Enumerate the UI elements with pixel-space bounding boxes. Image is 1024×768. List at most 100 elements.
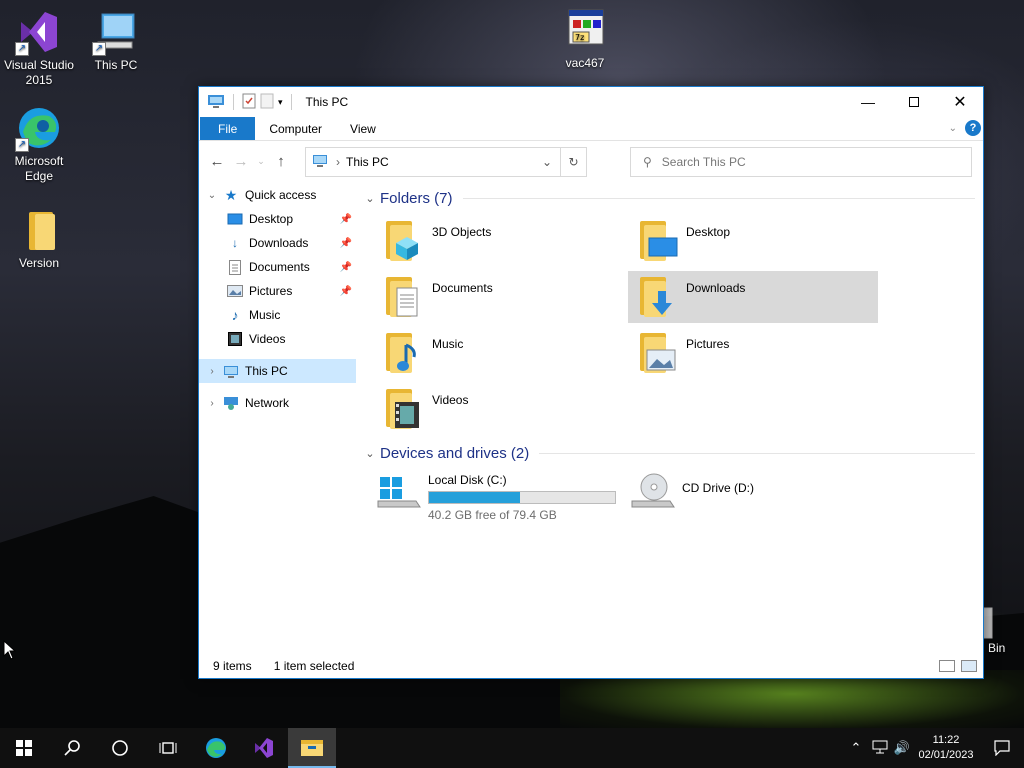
back-button[interactable]: ← [205, 149, 229, 173]
search-box[interactable]: ⚲ Search This PC [630, 147, 972, 177]
drive-tile-d[interactable]: CD Drive (D:) [630, 471, 754, 517]
notifications-button[interactable] [980, 728, 1024, 768]
document-icon [227, 259, 243, 275]
chevron-right-icon[interactable]: › [205, 398, 219, 409]
desktop-icon-visual-studio[interactable]: ↗ Visual Studio 2015 [1, 8, 77, 88]
nav-item-pictures[interactable]: Pictures 📌 [199, 279, 356, 303]
edge-icon: ↗ [15, 104, 63, 152]
chevron-down-icon[interactable]: ⌄ [205, 190, 219, 201]
search-input[interactable]: Search This PC [662, 155, 746, 169]
title-bar[interactable]: ▾ This PC — ✕ [199, 87, 983, 117]
folder-name: Music [432, 337, 464, 351]
computer-icon [312, 154, 328, 170]
recent-locations-button[interactable]: ⌄ [253, 149, 269, 173]
file-explorer-window: ▾ This PC — ✕ File Computer View ⌄ ? ← →… [198, 86, 984, 679]
desktop-icon-label: Microsoft Edge [14, 154, 64, 183]
drives-group-header[interactable]: ⌄ Devices and drives (2) [362, 442, 983, 464]
folder-name: Documents [432, 281, 493, 295]
taskbar-visual-studio[interactable] [240, 728, 288, 768]
refresh-button[interactable]: ↻ [560, 148, 586, 176]
star-icon: ★ [224, 186, 238, 203]
item-count: 9 items [213, 659, 252, 673]
group-title: Folders (7) [380, 189, 453, 207]
drive-tile-c[interactable]: Local Disk (C:) 40.2 GB free of 79.4 GB [376, 471, 616, 522]
folder-name: Downloads [686, 281, 746, 295]
breadcrumb-separator-icon[interactable]: › [336, 155, 340, 169]
videos-folder-icon [382, 385, 428, 431]
properties-icon[interactable] [242, 93, 256, 112]
nav-item-label: Downloads [249, 236, 309, 250]
nav-item-label: Pictures [249, 284, 293, 298]
desktop-icon-edge[interactable]: ↗ Microsoft Edge [1, 104, 77, 184]
search-button[interactable] [48, 728, 96, 768]
address-dropdown-button[interactable]: ⌄ [534, 148, 560, 176]
minimize-button[interactable]: — [845, 87, 891, 117]
up-button[interactable]: ↑ [269, 149, 293, 173]
nav-item-videos[interactable]: Videos [199, 327, 356, 351]
folder-name: Pictures [686, 337, 730, 351]
customize-dropdown-icon[interactable]: ▾ [278, 97, 283, 108]
forward-button[interactable]: → [229, 149, 253, 173]
computer-icon [207, 94, 225, 111]
pin-icon: 📌 [339, 213, 352, 225]
nav-item-label: Quick access [245, 188, 317, 202]
cortana-button[interactable] [96, 728, 144, 768]
nav-item-music[interactable]: ♪ Music [199, 303, 356, 327]
close-button[interactable]: ✕ [937, 87, 983, 117]
file-explorer-icon [301, 740, 323, 756]
pin-icon: 📌 [339, 261, 352, 273]
folders-group-header[interactable]: ⌄ Folders (7) [362, 187, 983, 209]
drive-name: Local Disk (C:) [428, 473, 507, 487]
expand-ribbon-icon[interactable]: ⌄ [949, 123, 957, 134]
volume-icon[interactable]: 🔊 [892, 740, 912, 756]
picture-icon [227, 283, 243, 299]
clock[interactable]: 11:22 02/01/2023 [912, 733, 980, 763]
nav-this-pc[interactable]: › This PC [199, 359, 356, 383]
help-icon[interactable]: ? [965, 120, 981, 136]
tab-view[interactable]: View [336, 117, 390, 140]
desktop-icon-label: Visual Studio 2015 [4, 58, 74, 87]
task-view-button[interactable] [144, 728, 192, 768]
ribbon-tabs: File Computer View ⌄ ? [199, 117, 983, 141]
maximize-icon [909, 97, 919, 107]
folder-tile-documents[interactable]: Documents [374, 271, 624, 323]
new-folder-icon[interactable] [260, 93, 274, 112]
maximize-button[interactable] [891, 87, 937, 117]
nav-item-documents[interactable]: Documents 📌 [199, 255, 356, 279]
desktop-icon-this-pc[interactable]: ↗ This PC [78, 8, 154, 73]
selection-count: 1 item selected [273, 659, 355, 673]
folder-tile-desktop[interactable]: Desktop [628, 215, 878, 267]
arrow-left-icon: ← [209, 152, 225, 170]
folder-tile-videos[interactable]: Videos [374, 383, 624, 435]
start-button[interactable] [0, 728, 48, 768]
tab-computer[interactable]: Computer [255, 117, 336, 140]
nav-quick-access[interactable]: ⌄ ★ Quick access [199, 183, 356, 207]
arrow-up-icon: ↑ [277, 152, 285, 170]
desktop-icon-vac467[interactable]: 7z vac467 [547, 6, 623, 71]
folder-tile-3d-objects[interactable]: 3D Objects [374, 215, 624, 267]
chevron-down-icon[interactable]: ⌄ [362, 192, 378, 205]
network-icon[interactable] [870, 740, 890, 757]
desktop-icon-label: Bin [988, 641, 1006, 655]
address-bar[interactable]: › This PC ⌄ ↻ [305, 147, 587, 177]
breadcrumb[interactable]: This PC [346, 155, 389, 169]
folder-tile-downloads[interactable]: Downloads [628, 271, 878, 323]
folder-tile-pictures[interactable]: Pictures [628, 327, 878, 379]
tab-file[interactable]: File [200, 117, 256, 140]
download-icon: ↓ [232, 236, 238, 250]
chevron-down-icon[interactable]: ⌄ [362, 447, 378, 460]
taskbar-edge[interactable] [192, 728, 240, 768]
chevron-up-icon[interactable]: ⌃ [846, 740, 866, 756]
nav-network[interactable]: › Network [199, 391, 356, 415]
desktop-icon-version[interactable]: Version [1, 206, 77, 271]
nav-item-label: Videos [249, 332, 286, 346]
chevron-right-icon[interactable]: › [205, 366, 219, 377]
hard-drive-icon [376, 471, 422, 517]
nav-item-downloads[interactable]: ↓ Downloads 📌 [199, 231, 356, 255]
folder-tile-music[interactable]: Music [374, 327, 624, 379]
large-icons-view-button[interactable] [961, 660, 977, 672]
downloads-folder-icon [636, 273, 682, 319]
nav-item-desktop[interactable]: Desktop 📌 [199, 207, 356, 231]
taskbar-file-explorer[interactable] [288, 728, 336, 768]
details-view-button[interactable] [939, 660, 955, 672]
